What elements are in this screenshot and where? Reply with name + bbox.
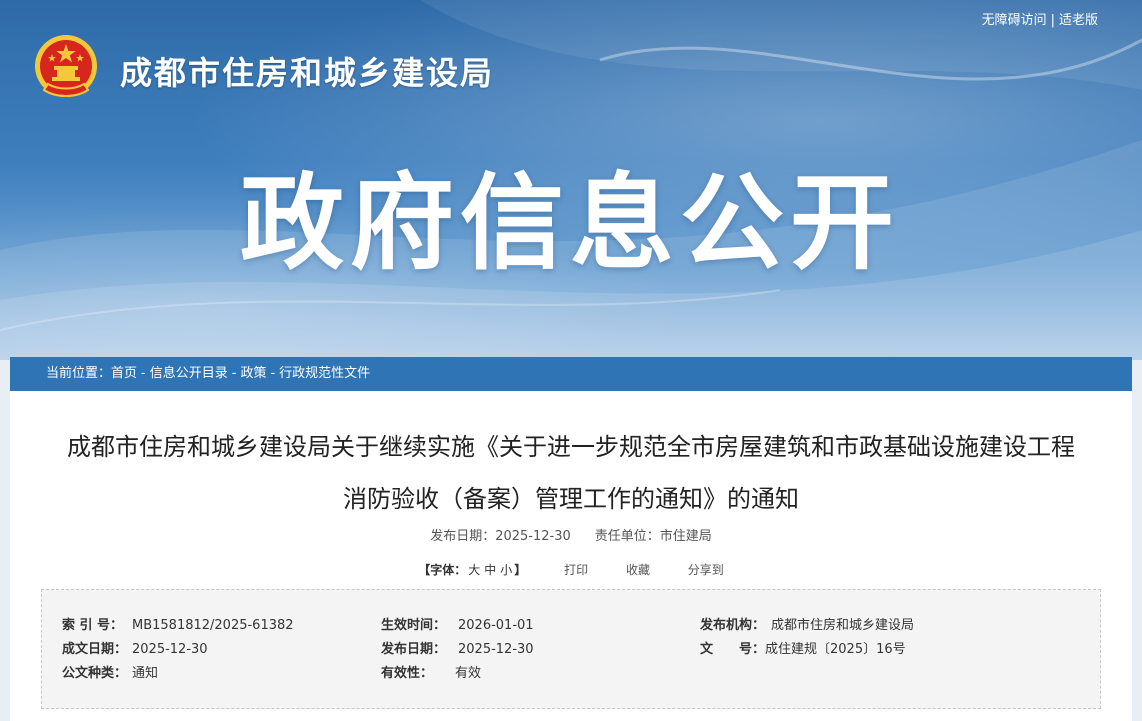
doc-type-cell: 公文种类： 通知 — [62, 662, 158, 686]
effective-time-label: 生效时间： — [381, 618, 447, 633]
header-banner: 成都市住房和城乡建设局 无障碍访问 | 适老版 政府信息公开 — [0, 0, 1142, 360]
breadcrumb-prefix: 当前位置： — [46, 366, 112, 381]
publish-date-value: 2025-12-30 — [495, 529, 571, 544]
breadcrumb-catalog[interactable]: 信息公开目录 — [150, 366, 228, 381]
article-card: 成都市住房和城乡建设局关于继续实施《关于进一步规范全市房屋建筑和市政基础设施建设… — [10, 391, 1132, 721]
written-date-label: 成文日期： — [62, 642, 128, 657]
validity-cell: 有效性： 有效 — [381, 662, 481, 686]
org-name: 成都市住房和城乡建设局 — [120, 54, 495, 92]
top-links-separator: | — [1050, 13, 1055, 28]
page: 成都市住房和城乡建设局 无障碍访问 | 适老版 政府信息公开 当前位置：首页 - 信息公… — [0, 0, 1142, 721]
font-size-close-bracket: 】 — [514, 563, 527, 577]
breadcrumb-normative-docs[interactable]: 行政规范性文件 — [279, 366, 370, 381]
publish-date-label: 发布日期： — [430, 529, 496, 544]
share-button[interactable]: 分享到 — [688, 563, 724, 577]
article-tools: 【字体：大中小】 打印 收藏 分享到 — [10, 561, 1132, 578]
info-row: 索 引 号： MB1581812/2025-61382 生效时间： 2026-01-… — [42, 614, 1100, 638]
info-publish-date-cell: 发布日期： 2025-12-30 — [381, 638, 534, 662]
doc-number-label: 文 号： — [700, 642, 766, 657]
info-publish-date-label: 发布日期： — [381, 642, 447, 657]
article-meta: 发布日期：2025-12-30 责任单位：市住建局 — [10, 525, 1132, 544]
breadcrumb-separator: - — [270, 366, 276, 381]
index-number-cell: 索 引 号： MB1581812/2025-61382 — [62, 614, 294, 638]
document-info-table: 索 引 号： MB1581812/2025-61382 生效时间： 2026-01-… — [41, 589, 1101, 709]
effective-time-value: 2026-01-01 — [458, 618, 534, 633]
effective-time-cell: 生效时间： 2026-01-01 — [381, 614, 534, 638]
accessibility-link[interactable]: 无障碍访问 — [982, 13, 1047, 28]
elderly-mode-link[interactable]: 适老版 — [1059, 13, 1098, 28]
doc-number-value: 成住建规〔2025〕16号 — [765, 642, 906, 657]
breadcrumb-policy[interactable]: 政策 — [240, 366, 266, 381]
top-links: 无障碍访问 | 适老版 — [982, 9, 1098, 28]
banner-title: 政府信息公开 — [240, 162, 901, 284]
font-size-medium-button[interactable]: 中 — [484, 563, 496, 577]
responsible-unit-label: 责任单位： — [594, 529, 660, 544]
favorite-button[interactable]: 收藏 — [626, 563, 650, 577]
responsible-unit-value: 市住建局 — [659, 529, 712, 544]
print-button[interactable]: 打印 — [564, 563, 588, 577]
article-title: 成都市住房和城乡建设局关于继续实施《关于进一步规范全市房屋建筑和市政基础设施建设… — [10, 421, 1132, 525]
info-row: 成文日期： 2025-12-30 发布日期： 2025-12-30 文 号：成住建规… — [42, 638, 1100, 662]
doc-type-value: 通知 — [132, 666, 159, 681]
issuer-value: 成都市住房和城乡建设局 — [771, 618, 915, 633]
issuer-label: 发布机构： — [700, 618, 766, 633]
info-publish-date-value: 2025-12-30 — [458, 642, 534, 657]
breadcrumb-separator: - — [231, 366, 237, 381]
issuer-cell: 发布机构： 成都市住房和城乡建设局 — [700, 614, 914, 638]
written-date-value: 2025-12-30 — [132, 642, 208, 657]
breadcrumb-separator: - — [141, 366, 146, 381]
national-emblem-icon — [35, 35, 97, 97]
font-size-label: 【字体： — [418, 563, 467, 577]
validity-value: 有效 — [455, 666, 482, 681]
written-date-cell: 成文日期： 2025-12-30 — [62, 638, 208, 662]
article-title-line-1: 成都市住房和城乡建设局关于继续实施《关于进一步规范全市房屋建筑和市政基础设施建设… — [67, 433, 1075, 461]
index-number-label: 索 引 号： — [62, 618, 124, 633]
info-row: 公文种类： 通知 有效性： 有效 — [42, 662, 1100, 686]
doc-number-cell: 文 号：成住建规〔2025〕16号 — [700, 638, 906, 662]
validity-label: 有效性： — [381, 666, 434, 681]
article-title-line-2: 消防验收（备案）管理工作的通知》的通知 — [343, 485, 799, 513]
doc-type-label: 公文种类： — [62, 666, 128, 681]
font-size-small-button[interactable]: 小 — [500, 563, 512, 577]
font-size-large-button[interactable]: 大 — [468, 563, 480, 577]
breadcrumb-home[interactable]: 首页 — [111, 366, 137, 381]
index-number-value: MB1581812/2025-61382 — [132, 618, 294, 633]
breadcrumb: 当前位置：首页 - 信息公开目录 - 政策 - 行政规范性文件 — [10, 357, 1132, 391]
